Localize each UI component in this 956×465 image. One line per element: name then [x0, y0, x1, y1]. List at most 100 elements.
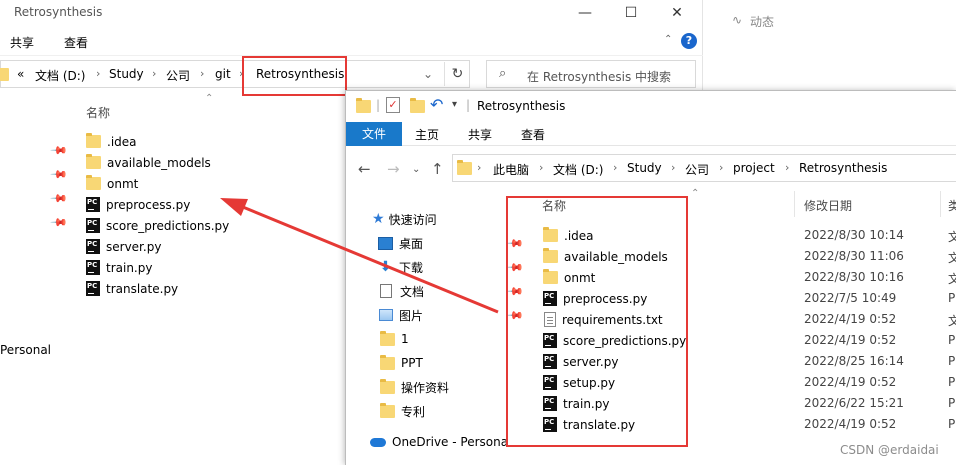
folder-icon: [380, 330, 395, 346]
pin-icon[interactable]: 📌: [49, 189, 68, 208]
breadcrumb-drive[interactable]: 文档 (D:): [553, 161, 603, 178]
column-header-name[interactable]: 名称: [86, 104, 110, 121]
breadcrumb-this-pc[interactable]: 此电脑: [493, 161, 529, 178]
nav-item-onedrive[interactable]: OneDrive - Persona: [370, 431, 508, 453]
tab-file[interactable]: 文件: [346, 122, 402, 146]
list-item[interactable]: PC train.py: [86, 257, 152, 278]
recent-locations-icon[interactable]: ⌄: [412, 164, 420, 175]
nav-item-folder-patents[interactable]: 专利: [380, 400, 425, 422]
chevron-down-icon[interactable]: ▾: [452, 99, 457, 110]
refresh-button[interactable]: ↻: [444, 62, 470, 86]
column-header-type[interactable]: 类: [948, 197, 956, 214]
address-bar[interactable]: › 此电脑 › 文档 (D:) › Study › 公司 › project ›…: [452, 154, 956, 182]
tab-view[interactable]: 查看: [521, 126, 545, 143]
list-item[interactable]: .idea: [86, 131, 137, 152]
breadcrumb-drive[interactable]: 文档 (D:): [35, 67, 85, 84]
folder-icon: [86, 175, 101, 190]
breadcrumb-study[interactable]: Study: [627, 161, 662, 175]
address-bar[interactable]: « 文档 (D:) › Study › 公司 › git › Retrosynt…: [0, 60, 470, 88]
minimize-button[interactable]: —: [570, 3, 600, 23]
file-type: 文: [948, 314, 956, 328]
pycharm-file-icon: PC: [86, 260, 100, 275]
chevron-right-icon[interactable]: ›: [200, 67, 204, 80]
chevron-right-icon[interactable]: ›: [671, 161, 675, 174]
up-arrow-icon[interactable]: ↑: [431, 160, 444, 178]
file-name: onmt: [107, 176, 139, 191]
tab-home[interactable]: 主页: [415, 126, 439, 143]
pycharm-file-icon: PC: [86, 281, 100, 296]
back-arrow-icon[interactable]: ←: [358, 160, 371, 178]
foreground-explorer-window: | ✓ ↶ ▾ | Retrosynthesis 文件 主页 共享 查看 ← →…: [345, 90, 956, 465]
watermark: CSDN @erdaidai: [840, 443, 939, 457]
breadcrumb-company[interactable]: 公司: [166, 67, 190, 84]
properties-icon[interactable]: ✓: [386, 97, 400, 113]
tab-share[interactable]: 共享: [468, 126, 492, 143]
nav-item-documents[interactable]: 文档: [380, 280, 424, 302]
nav-item-folder-operations[interactable]: 操作资料: [380, 376, 449, 398]
file-type: P': [948, 354, 956, 368]
collapse-ribbon-icon[interactable]: ⌃: [664, 34, 672, 45]
nav-item-folder-ppt[interactable]: PPT: [380, 352, 423, 374]
column-header-modified[interactable]: 修改日期: [804, 197, 852, 214]
pin-icon[interactable]: 📌: [49, 213, 68, 232]
folder-icon: [380, 402, 395, 418]
breadcrumb-project[interactable]: project: [733, 161, 775, 175]
star-icon: ★: [372, 211, 385, 227]
file-name: .idea: [107, 134, 137, 149]
breadcrumb-company[interactable]: 公司: [685, 161, 709, 178]
list-item[interactable]: available_models: [86, 152, 211, 173]
pin-icon[interactable]: 📌: [49, 165, 68, 184]
chevron-right-icon[interactable]: ›: [719, 161, 723, 174]
nav-item-quick-access[interactable]: ★ 快速访问: [372, 208, 437, 230]
nav-item-desktop[interactable]: 桌面: [378, 232, 423, 254]
help-button[interactable]: ?: [681, 33, 697, 49]
chevron-right-icon[interactable]: ›: [613, 161, 617, 174]
list-item[interactable]: PC score_predictions.py: [86, 215, 229, 236]
breadcrumb-overflow[interactable]: «: [17, 67, 24, 81]
tab-view[interactable]: 查看: [64, 34, 88, 51]
window-title: Retrosynthesis: [14, 5, 103, 19]
nav-item-downloads[interactable]: ⬇ 下载: [378, 256, 423, 278]
chevron-right-icon[interactable]: ›: [477, 161, 481, 174]
activity-label[interactable]: 动态: [750, 13, 774, 30]
search-icon: ⌕: [499, 66, 507, 81]
file-name: preprocess.py: [106, 197, 191, 212]
list-item[interactable]: PC server.py: [86, 236, 161, 257]
file-name: translate.py: [106, 281, 179, 296]
nav-item-pictures[interactable]: 图片: [379, 304, 423, 326]
chevron-right-icon[interactable]: ›: [539, 161, 543, 174]
tab-share[interactable]: 共享: [10, 34, 34, 51]
maximize-button[interactable]: ☐: [616, 3, 646, 23]
breadcrumb-retrosynthesis[interactable]: Retrosynthesis: [799, 161, 887, 175]
column-divider[interactable]: [794, 191, 795, 217]
chevron-down-icon[interactable]: ⌄: [423, 67, 433, 81]
nav-item-personal[interactable]: Personal: [0, 343, 51, 357]
breadcrumb-study[interactable]: Study: [109, 67, 144, 81]
chevron-right-icon[interactable]: ›: [96, 67, 100, 80]
nav-item-label: 图片: [399, 308, 424, 323]
chevron-right-icon[interactable]: ›: [785, 161, 789, 174]
nav-item-label: PPT: [401, 356, 423, 370]
list-item[interactable]: PC preprocess.py: [86, 194, 190, 215]
nav-item-label: OneDrive - Persona: [392, 435, 509, 449]
file-type: 文: [948, 251, 956, 265]
list-item[interactable]: onmt: [86, 173, 138, 194]
list-item[interactable]: PC translate.py: [86, 278, 178, 299]
search-input[interactable]: ⌕ 在 Retrosynthesis 中搜索: [486, 60, 696, 88]
file-type: P': [948, 291, 956, 305]
forward-arrow-icon[interactable]: →: [387, 160, 400, 178]
pictures-icon: [379, 309, 393, 321]
new-folder-icon[interactable]: [410, 98, 425, 113]
column-divider[interactable]: [940, 191, 941, 217]
breadcrumb-git[interactable]: git: [215, 67, 231, 81]
desktop-icon: [378, 236, 393, 250]
modified-date: 2022/4/19 0:52: [804, 333, 897, 347]
nav-item-folder-1[interactable]: 1: [380, 328, 409, 350]
file-name: score_predictions.py: [106, 218, 230, 233]
pin-icon[interactable]: 📌: [49, 141, 68, 160]
nav-item-label: 下载: [399, 260, 424, 275]
chevron-right-icon[interactable]: ›: [152, 67, 156, 80]
undo-icon[interactable]: ↶: [430, 95, 443, 114]
close-button[interactable]: ✕: [662, 3, 692, 23]
activity-icon: ∿: [732, 13, 743, 27]
